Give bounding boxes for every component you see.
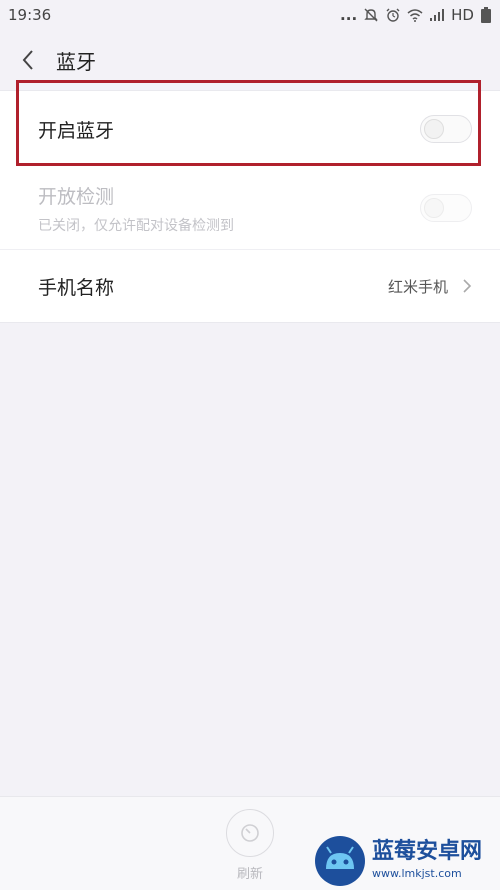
refresh-icon-circle — [226, 809, 274, 857]
more-dots: ... — [340, 6, 358, 24]
status-time: 19:36 — [8, 6, 52, 24]
wifi-icon — [407, 9, 423, 22]
watermark-text: 蓝莓安卓网 www.lmkjst.com — [372, 839, 483, 881]
discoverable-description: 已关闭，仅允许配对设备检测到 — [38, 217, 234, 234]
page-title: 蓝牙 — [56, 49, 96, 74]
bluetooth-toggle-row[interactable]: 开启蓝牙 — [0, 91, 500, 167]
chevron-left-icon — [22, 50, 33, 70]
signal-icon — [430, 9, 445, 21]
chevron-right-icon — [463, 279, 472, 293]
discoverable-row: 开放检测 已关闭，仅允许配对设备检测到 — [0, 167, 500, 249]
bluetooth-switch[interactable] — [420, 115, 472, 143]
watermark: 蓝莓安卓网 www.lmkjst.com — [314, 832, 500, 889]
refresh-button[interactable]: 刷新 — [222, 809, 278, 882]
discoverable-label: 开放检测 — [38, 185, 115, 208]
app-bar: 蓝牙 — [0, 30, 500, 90]
refresh-icon — [241, 824, 259, 842]
device-name-label: 手机名称 — [38, 276, 115, 299]
alarm-icon — [386, 8, 400, 22]
back-button[interactable] — [0, 30, 56, 90]
switch-knob — [424, 119, 444, 139]
android-logo-icon — [315, 835, 365, 886]
row-text: 手机名称 — [38, 273, 388, 300]
switch-knob — [424, 198, 444, 218]
row-text: 开放检测 已关闭，仅允许配对设备检测到 — [38, 182, 420, 235]
watermark-url: www.lmkjst.com — [372, 867, 462, 880]
bluetooth-settings-list: 开启蓝牙 开放检测 已关闭，仅允许配对设备检测到 手机名称 红米手机 — [0, 90, 500, 323]
row-text: 开启蓝牙 — [38, 116, 420, 143]
watermark-title: 蓝莓安卓网 — [372, 839, 483, 864]
status-bar: 19:36 ... HD — [0, 0, 500, 30]
bluetooth-label: 开启蓝牙 — [38, 119, 115, 142]
status-icons: ... HD — [340, 6, 492, 24]
device-name-value: 红米手机 — [387, 277, 448, 296]
device-name-row[interactable]: 手机名称 红米手机 — [0, 249, 500, 322]
battery-icon — [481, 7, 491, 23]
discoverable-switch — [420, 194, 472, 222]
refresh-label: 刷新 — [236, 867, 263, 882]
network-type: HD — [451, 6, 474, 24]
mute-icon — [364, 8, 378, 22]
